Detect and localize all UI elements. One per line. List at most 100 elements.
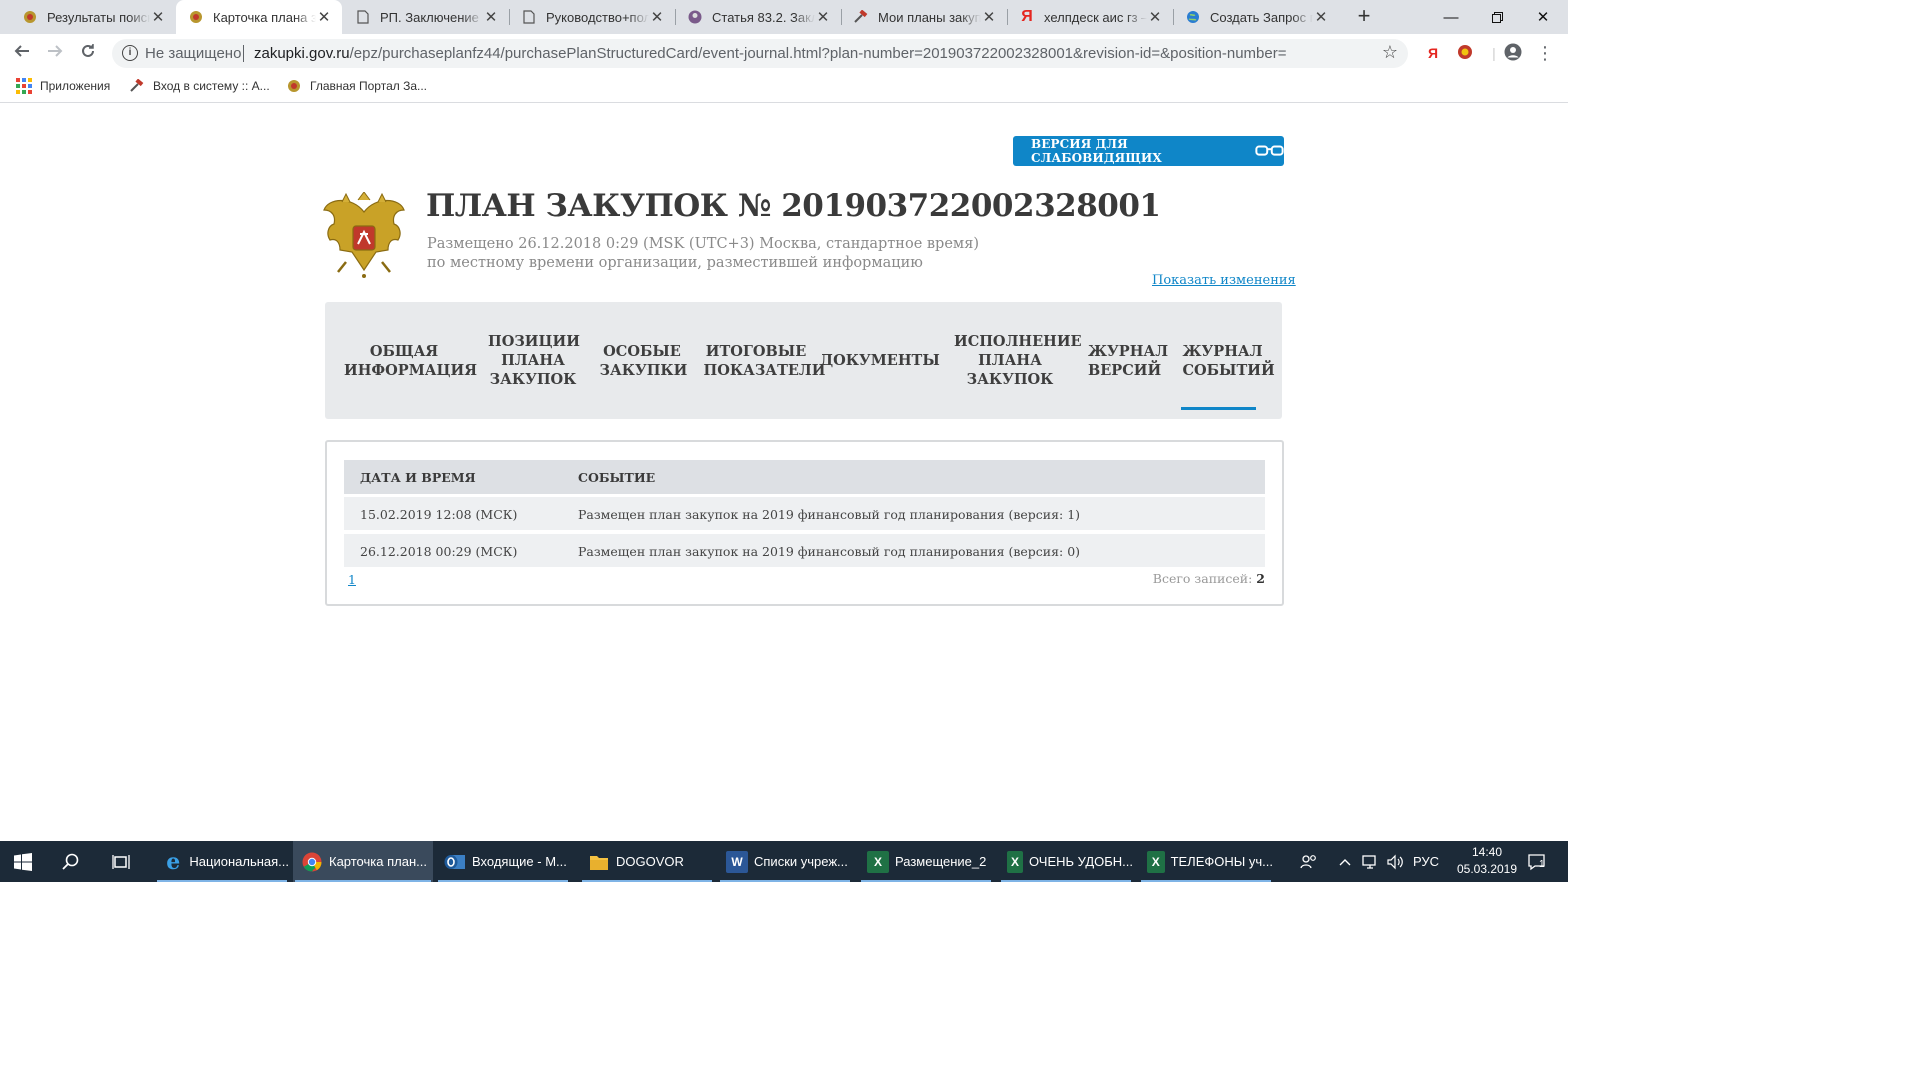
tab-label: ДОКУМЕНТЫ xyxy=(820,352,940,369)
taskbar-app-label: DOGOVOR xyxy=(616,854,684,869)
glasses-icon xyxy=(1255,145,1284,156)
network-icon[interactable] xyxy=(1360,841,1380,882)
task-view-button[interactable] xyxy=(112,841,136,882)
tab-general-info[interactable]: ОБЩАЯ ИНФОРМАЦИЯ xyxy=(339,302,477,419)
forward-button[interactable] xyxy=(43,41,67,65)
reload-icon xyxy=(82,44,94,57)
browser-tab[interactable]: Руководство+пол ✕ xyxy=(509,0,675,34)
system-clock[interactable]: 14:40 05.03.2019 xyxy=(1452,844,1522,878)
tab-label: ПОЗИЦИИ ПЛАНА ЗАКУПОК xyxy=(488,333,580,388)
taskbar-running-indicator xyxy=(720,880,850,882)
taskbar-running-indicator xyxy=(1001,880,1131,882)
tab-plan-positions[interactable]: ПОЗИЦИИ ПЛАНА ЗАКУПОК xyxy=(483,302,583,419)
browser-tab[interactable]: Я хелпдеск аис гз — ✕ xyxy=(1007,0,1173,34)
column-header-date: ДАТА И ВРЕМЯ xyxy=(360,470,476,485)
tab-special-purchases[interactable]: ОСОБЫЕ ЗАКУПКИ xyxy=(597,302,688,419)
new-tab-button[interactable]: + xyxy=(1352,5,1376,29)
close-icon[interactable]: ✕ xyxy=(483,8,499,26)
close-icon[interactable]: ✕ xyxy=(649,8,665,26)
bookmarks-bar: Приложения Вход в систему :: А... Главна… xyxy=(0,72,1568,103)
taskbar-app-label: Размещение_2 xyxy=(895,854,987,869)
bookmark-portal[interactable]: Главная Портал За... xyxy=(286,78,427,94)
row-event: Размещен план закупок на 2019 финансовый… xyxy=(578,507,1081,522)
notification-count: 1 xyxy=(1539,859,1545,870)
info-icon[interactable]: i xyxy=(122,45,138,61)
taskbar-app[interactable]: DOGOVOR xyxy=(580,841,714,882)
taskbar-app[interactable]: X ОЧЕНЬ УДОБН... xyxy=(999,841,1133,882)
browser-tab[interactable]: Статья 83.2. Заклю ✕ xyxy=(675,0,841,34)
close-icon[interactable]: ✕ xyxy=(1313,8,1329,26)
tab-documents[interactable]: ДОКУМЕНТЫ xyxy=(820,302,940,419)
tab-event-journal[interactable]: ЖУРНАЛ СОБЫТИЙ xyxy=(1181,302,1275,419)
pagination-page-link[interactable]: 1 xyxy=(348,572,356,587)
reload-button[interactable] xyxy=(76,41,100,65)
tab-plan-execution[interactable]: ИСПОЛНЕНИЕ ПЛАНА ЗАКУПОК xyxy=(949,302,1082,419)
taskbar-app[interactable]: W Списки учреж... xyxy=(718,841,852,882)
close-icon[interactable]: ✕ xyxy=(1147,8,1163,26)
browser-tab-active[interactable]: Карточка плана за ✕ xyxy=(176,0,342,34)
address-bar[interactable]: i Не защищено zakupki.gov.ru/epz/purchas… xyxy=(112,39,1408,68)
taskbar-app-label: ТЕЛЕФОНЫ уч... xyxy=(1170,854,1273,869)
total-label: Всего записей: xyxy=(1152,571,1253,586)
plan-nav-tabs: ОБЩАЯ ИНФОРМАЦИЯ ПОЗИЦИИ ПЛАНА ЗАКУПОК О… xyxy=(325,302,1282,419)
restore-button[interactable] xyxy=(1474,0,1520,34)
apps-grid-icon xyxy=(16,78,32,94)
minimize-button[interactable]: — xyxy=(1428,0,1474,34)
tab-label: ИСПОЛНЕНИЕ ПЛАНА ЗАКУПОК xyxy=(954,333,1082,388)
emblem-icon xyxy=(286,78,302,94)
table-row: 26.12.2018 00:29 (МСК) Размещен план зак… xyxy=(344,534,1265,567)
hammer-icon xyxy=(129,78,145,94)
notification-center-button[interactable]: 1 xyxy=(1524,841,1550,882)
menu-kebab-icon[interactable]: ⋮ xyxy=(1535,43,1555,63)
taskbar-app-active[interactable]: Карточка план... xyxy=(293,841,433,882)
close-icon[interactable]: ✕ xyxy=(150,8,166,26)
extension-icon[interactable] xyxy=(1455,43,1475,63)
start-button[interactable] xyxy=(14,841,38,882)
taskbar-running-indicator xyxy=(861,880,991,882)
posted-line-1: Размещено 26.12.2018 0:29 (MSK (UTC+3) М… xyxy=(427,236,980,252)
volume-icon[interactable] xyxy=(1385,841,1405,882)
close-icon[interactable]: ✕ xyxy=(815,8,831,26)
clock-date: 05.03.2019 xyxy=(1456,862,1518,876)
taskbar-app-label: Карточка план... xyxy=(329,854,427,869)
profile-avatar-icon[interactable] xyxy=(1503,43,1523,63)
browser-tab[interactable]: РП. Заключение к ✕ xyxy=(343,0,509,34)
show-changes-link[interactable]: Показать изменения xyxy=(1152,273,1296,288)
emblem-icon xyxy=(22,9,38,25)
excel-icon: X xyxy=(1007,850,1023,873)
close-icon[interactable]: ✕ xyxy=(981,8,997,26)
browser-tab[interactable]: Результаты поиск ✕ xyxy=(10,0,176,34)
table-row: 15.02.2019 12:08 (МСК) Размещен план зак… xyxy=(344,497,1265,530)
bookmark-login[interactable]: Вход в систему :: А... xyxy=(129,78,270,94)
language-indicator[interactable]: РУС xyxy=(1410,841,1442,882)
url-host: zakupki.gov.ru xyxy=(254,45,350,62)
taskbar-app[interactable]: X ТЕЛЕФОНЫ уч... xyxy=(1139,841,1273,882)
row-date: 26.12.2018 00:29 (МСК) xyxy=(360,544,518,559)
browser-tab[interactable]: Мои планы закуп ✕ xyxy=(841,0,1007,34)
taskbar-app[interactable]: X Размещение_2 xyxy=(859,841,993,882)
chrome-icon xyxy=(301,851,323,873)
tab-label: ЖУРНАЛ ВЕРСИЙ xyxy=(1088,342,1169,379)
outlook-icon xyxy=(444,851,466,873)
close-icon[interactable]: ✕ xyxy=(316,8,332,26)
accessibility-version-button[interactable]: ВЕРСИЯ ДЛЯ СЛАБОВИДЯЩИХ xyxy=(1013,136,1284,166)
browser-tab[interactable]: Создать Запрос п ✕ xyxy=(1173,0,1339,34)
people-icon[interactable] xyxy=(1298,841,1320,882)
bookmark-star-icon[interactable]: ☆ xyxy=(1382,42,1398,63)
tab-final-indicators[interactable]: ИТОГОВЫЕ ПОКАЗАТЕЛИ xyxy=(701,302,826,419)
globe-icon xyxy=(1185,9,1201,25)
browser-tab-title: Мои планы закуп xyxy=(878,9,981,25)
back-button[interactable] xyxy=(10,41,34,65)
search-button[interactable] xyxy=(62,841,86,882)
yandex-icon: Я xyxy=(1021,8,1033,25)
taskbar-running-indicator xyxy=(582,880,712,882)
chevron-up-icon[interactable] xyxy=(1337,841,1353,882)
close-window-button[interactable]: ✕ xyxy=(1520,0,1566,34)
tab-version-journal[interactable]: ЖУРНАЛ ВЕРСИЙ xyxy=(1083,302,1169,419)
yandex-extension-icon[interactable]: Я xyxy=(1423,43,1443,63)
taskbar-app[interactable]: e Национальная... xyxy=(155,841,289,882)
browser-tab-title: Результаты поиск xyxy=(47,9,150,25)
bookmark-apps[interactable]: Приложения xyxy=(16,78,110,94)
taskbar-app[interactable]: Входящие - M... xyxy=(436,841,570,882)
tab-label: ИТОГОВЫЕ ПОКАЗАТЕЛИ xyxy=(703,342,826,379)
